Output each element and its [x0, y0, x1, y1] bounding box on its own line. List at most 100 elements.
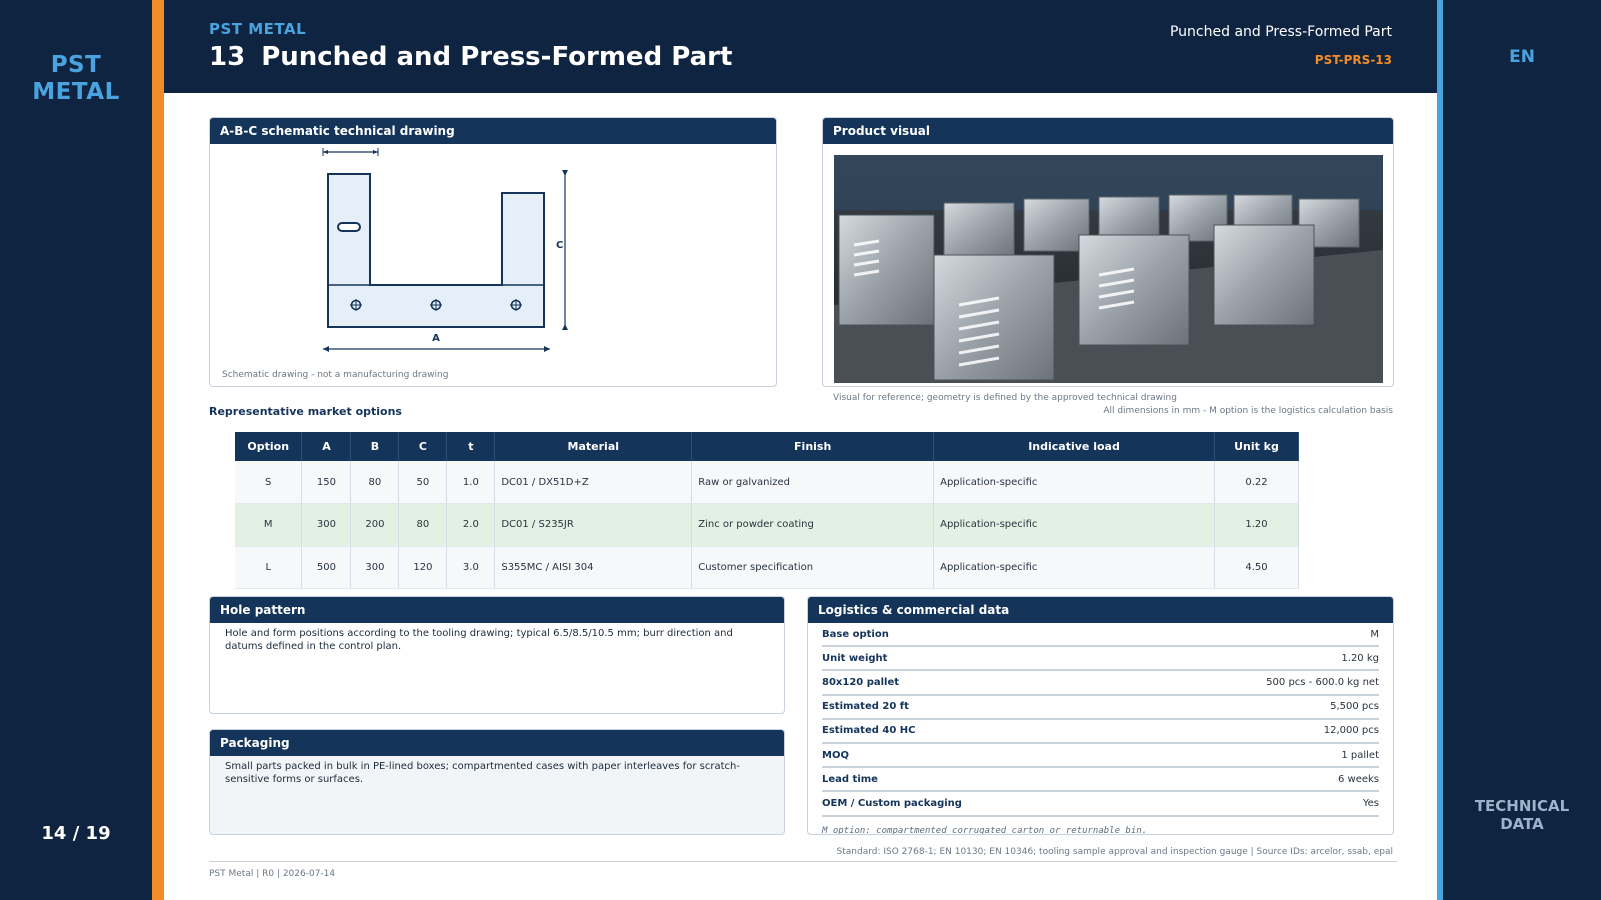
cell-finish: Customer specification	[691, 546, 935, 589]
table-header-row: Option A B C t Material Finish Indicativ…	[235, 432, 1300, 461]
cell-a: 500	[301, 546, 352, 589]
page-title-text: Punched and Press-Formed Part	[261, 42, 733, 72]
left-sidebar	[0, 0, 152, 900]
logistics-value: Yes	[1362, 797, 1379, 809]
column-header: A	[301, 432, 352, 461]
visual-panel-title: Product visual	[823, 118, 1393, 144]
dimensions-note: All dimensions in mm - M option is the l…	[1103, 406, 1393, 416]
page-title: 13 Punched and Press-Formed Part	[209, 42, 732, 72]
logistics-value: 1 pallet	[1341, 749, 1379, 761]
cell-t: 1.0	[446, 461, 496, 504]
product-photo	[834, 155, 1383, 383]
packaging-panel: Packaging Small parts packed in bulk in …	[209, 729, 785, 835]
standards-line: Standard: ISO 2768-1; EN 10130; EN 10346…	[836, 847, 1393, 857]
cell-c: 80	[398, 503, 448, 547]
logistics-row: Base option M	[822, 623, 1379, 648]
cell-unit-kg: 1.20	[1214, 503, 1300, 547]
hole-pattern-text: Hole and form positions according to the…	[225, 628, 733, 652]
arrowhead	[373, 150, 378, 154]
accent-bar-orange	[152, 0, 164, 900]
options-table: Option A B C t Material Finish Indicativ…	[235, 432, 1300, 589]
table-row-highlighted: M 300 200 80 2.0 DC01 / S235JR Zinc or p…	[235, 503, 1300, 547]
drawing-caption: Schematic drawing - not a manufacturing …	[222, 370, 449, 380]
column-header: Material	[494, 432, 693, 461]
column-header: Finish	[691, 432, 935, 461]
logistics-key: 80x120 pallet	[822, 676, 900, 688]
cell-finish: Raw or galvanized	[691, 461, 935, 504]
brand-logo-line1: PST	[50, 52, 102, 78]
drawing-panel: A-B-C schematic technical drawing B C A …	[209, 117, 777, 387]
brand-logo: PST METAL	[0, 52, 152, 106]
right-sidebar	[1443, 0, 1601, 900]
cell-load: Application-specific	[933, 546, 1215, 589]
logistics-value: M	[1370, 628, 1379, 640]
section-tag-line2: DATA	[1500, 815, 1544, 833]
logistics-row: OEM / Custom packaging Yes	[822, 792, 1379, 817]
slot-hole	[337, 222, 361, 232]
logistics-note: M option: compartmented corrugated carto…	[822, 825, 1148, 835]
logistics-title: Logistics & commercial data	[808, 597, 1393, 623]
logistics-value: 5,500 pcs	[1330, 701, 1379, 713]
cell-unit-kg: 0.22	[1214, 461, 1300, 504]
arrowhead	[323, 150, 328, 154]
cell-a: 150	[301, 461, 352, 504]
cell-t: 3.0	[446, 546, 496, 589]
cell-a: 300	[301, 503, 352, 547]
cell-load: Application-specific	[933, 503, 1215, 547]
logistics-row: 80x120 pallet 500 pcs - 600.0 kg net	[822, 671, 1379, 696]
logistics-key: Base option	[822, 628, 889, 640]
cell-b: 300	[350, 546, 400, 589]
page-header: PST METAL 13 Punched and Press-Formed Par…	[164, 0, 1437, 93]
cell-option: M	[235, 503, 303, 547]
column-header: Unit kg	[1214, 432, 1300, 461]
cell-option: L	[235, 546, 303, 589]
page-counter: 14 / 19	[41, 823, 111, 844]
column-header: B	[350, 432, 400, 461]
dimension-label-c: C	[556, 240, 563, 251]
dimension-label-b: B	[347, 144, 354, 152]
visual-panel: Product visual	[822, 117, 1394, 387]
logistics-value: 12,000 pcs	[1323, 725, 1379, 737]
column-header: C	[398, 432, 448, 461]
logistics-key: Estimated 20 ft	[822, 701, 909, 713]
header-subtitle: Punched and Press-Formed Part	[1169, 24, 1392, 40]
logistics-panel: Logistics & commercial data Base option M…	[807, 596, 1394, 835]
cell-unit-kg: 4.50	[1214, 546, 1300, 589]
cell-material: DC01 / S235JR	[494, 503, 693, 547]
logistics-row: Unit weight 1.20 kg	[822, 647, 1379, 672]
logistics-key: Estimated 40 HC	[822, 725, 916, 737]
hole-pattern-title: Hole pattern	[210, 597, 784, 623]
schematic-drawing: B C A	[322, 144, 568, 352]
hole-pattern-panel: Hole pattern Hole and form positions acc…	[209, 596, 785, 714]
logistics-key: Lead time	[822, 773, 878, 785]
logistics-value: 500 pcs - 600.0 kg net	[1266, 676, 1379, 688]
visual-caption: Visual for reference; geometry is define…	[833, 393, 1177, 403]
column-header: Option	[235, 432, 303, 461]
cell-b: 200	[350, 503, 400, 547]
page-number: 13	[209, 42, 246, 72]
logistics-value: 1.20 kg	[1341, 652, 1379, 664]
logistics-key: OEM / Custom packaging	[822, 797, 962, 809]
logistics-row: Estimated 40 HC 12,000 pcs	[822, 720, 1379, 744]
content-area: A-B-C schematic technical drawing B C A …	[164, 93, 1437, 900]
cell-load: Application-specific	[933, 461, 1215, 504]
logistics-row: MOQ 1 pallet	[822, 744, 1379, 769]
column-header: t	[446, 432, 496, 461]
footer-left: PST Metal | R0 | 2026-07-14	[209, 869, 336, 879]
logistics-value: 6 weeks	[1337, 773, 1379, 785]
cell-t: 2.0	[446, 503, 496, 547]
cell-c: 120	[398, 546, 448, 589]
dimension-label-a: A	[432, 333, 440, 344]
table-row: L 500 300 120 3.0 S355MC / AISI 304 Cust…	[235, 546, 1300, 589]
logistics-key: Unit weight	[822, 652, 888, 664]
drawing-panel-title: A-B-C schematic technical drawing	[210, 118, 776, 144]
footer-divider	[209, 861, 1397, 862]
brand-logo-line2: METAL	[32, 79, 120, 105]
logistics-list: Base option M Unit weight 1.20 kg 80x120 pal…	[808, 623, 1393, 817]
table-row: S 150 80 50 1.0 DC01 / DX51D+Z Raw or ga…	[235, 461, 1300, 504]
cell-b: 80	[350, 461, 400, 504]
logistics-row: Estimated 20 ft 5,500 pcs	[822, 696, 1379, 720]
language-indicator[interactable]: EN	[1443, 47, 1601, 67]
column-header: Indicative load	[933, 432, 1215, 461]
packaging-text: Small parts packed in bulk in PE-lined b…	[225, 761, 740, 785]
